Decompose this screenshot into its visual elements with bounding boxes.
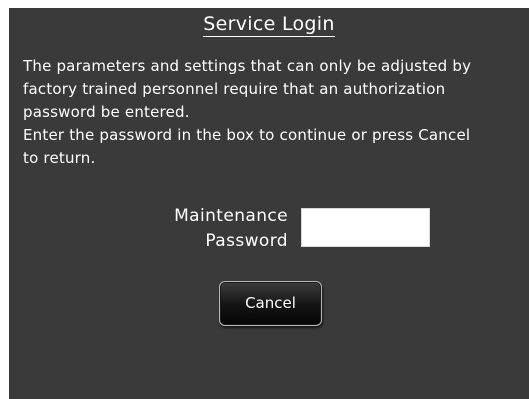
message-line: Enter the password in the box to continu… xyxy=(23,126,471,144)
maintenance-password-input[interactable] xyxy=(301,208,430,247)
password-label-line2: Password xyxy=(205,231,288,251)
dialog-title: Service Login xyxy=(9,13,529,37)
dialog-message: The parameters and settings that can onl… xyxy=(23,55,528,170)
password-label-line1: Maintenance xyxy=(174,206,288,226)
dialog-title-text: Service Login xyxy=(203,13,335,37)
password-label: Maintenance Password xyxy=(149,204,288,254)
cancel-button[interactable]: Cancel xyxy=(219,281,322,326)
message-line: The parameters and settings that can onl… xyxy=(23,57,472,75)
service-login-dialog: Service Login The parameters and setting… xyxy=(9,8,529,399)
message-line: password be entered. xyxy=(23,103,190,121)
message-line: factory trained personnel require that a… xyxy=(23,80,446,98)
message-line: to return. xyxy=(23,149,96,167)
